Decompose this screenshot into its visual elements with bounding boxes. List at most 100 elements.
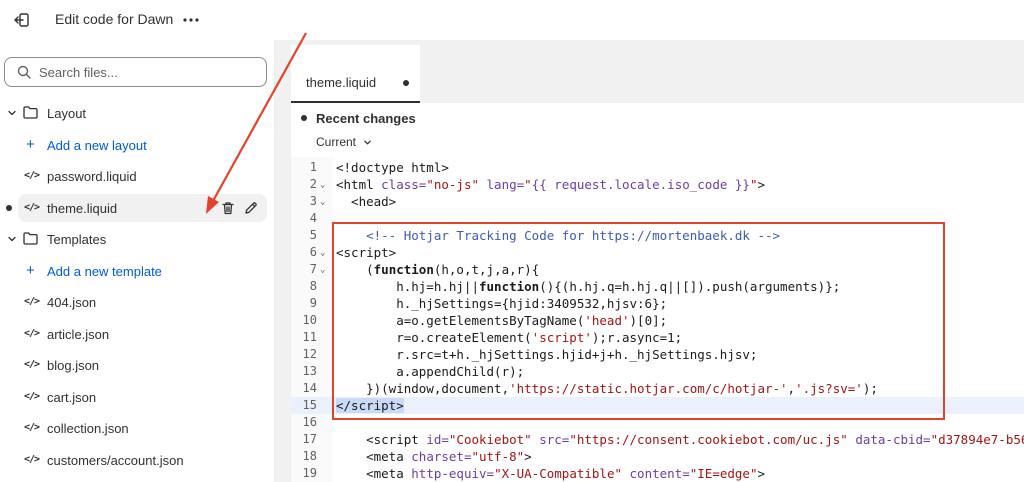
tree-item-label: theme.liquid <box>47 201 118 216</box>
recent-changes-title: Recent changes <box>316 111 416 126</box>
file-collection-json[interactable]: </> collection.json <box>0 414 275 442</box>
pencil-icon[interactable] <box>244 201 258 215</box>
line-number: 5 <box>309 228 317 242</box>
line-number: 9 <box>309 296 317 310</box>
file-cart-json[interactable]: </> cart.json <box>0 383 275 411</box>
editor-area: theme.liquid Recent changes Current 1 <!d… <box>275 40 1024 482</box>
code-line[interactable]: 4 <box>291 210 1024 227</box>
recent-changes-dot <box>301 115 307 121</box>
line-number: 11 <box>302 330 317 344</box>
code-file-icon: </> <box>24 422 40 433</box>
code-line[interactable]: 19 <meta http-equiv="X-UA-Compatible" co… <box>291 465 1024 482</box>
code-line[interactable]: 15 </script> <box>291 397 1024 414</box>
code-file-icon: </> <box>24 328 40 339</box>
code-text: <!doctype html> <box>336 160 449 175</box>
code-file-icon: </> <box>24 454 40 465</box>
file-article-json[interactable]: </> article.json <box>0 320 275 348</box>
search-input[interactable] <box>39 63 259 81</box>
line-number: 1 <box>309 160 317 174</box>
line-number: 15 <box>302 398 317 412</box>
version-select[interactable]: Current <box>316 135 372 149</box>
code-line[interactable]: 2 ⌄ <html class="no-js" lang="{{ request.l… <box>291 176 1024 193</box>
line-number: 6 <box>309 245 317 259</box>
trash-icon[interactable] <box>221 201 235 215</box>
code-text: <meta http-equiv="X-UA-Compatible" conte… <box>336 466 766 481</box>
code-text: <meta charset="utf-8"> <box>336 449 532 464</box>
code-file-icon: </> <box>24 296 40 307</box>
code-line[interactable]: 5 <!-- Hotjar Tracking Code for https://… <box>291 227 1024 244</box>
code-line[interactable]: 10 a=o.getElementsByTagName('head')[0]; <box>291 312 1024 329</box>
line-number: 10 <box>302 313 317 327</box>
file-customers-account-json[interactable]: </> customers/account.json <box>0 446 275 474</box>
tree-item-label: Layout <box>47 106 87 121</box>
code-file-icon: </> <box>24 359 40 370</box>
code-file-icon: </> <box>24 170 40 181</box>
more-horizontal-icon[interactable] <box>180 10 202 30</box>
line-number: 17 <box>302 432 317 446</box>
tree-item-label: Add a new layout <box>47 138 147 153</box>
unsaved-dot <box>6 205 12 211</box>
tree-item-label: password.liquid <box>47 169 137 184</box>
file-blog-json[interactable]: </> blog.json <box>0 351 275 379</box>
search-box <box>4 57 267 87</box>
code-line[interactable]: 13 a.appendChild(r); <box>291 363 1024 380</box>
file-404-json[interactable]: </> 404.json <box>0 288 275 316</box>
folder-icon <box>23 232 38 245</box>
code-text: h._hjSettings={hjid:3409532,hjsv:6}; <box>336 296 668 311</box>
chevron-down-icon <box>364 140 371 144</box>
code-line[interactable]: 11 r=o.createElement('script');r.async=1… <box>291 329 1024 346</box>
fold-chevron-icon[interactable]: ⌄ <box>320 245 325 262</box>
fold-chevron-icon[interactable]: ⌄ <box>320 194 325 211</box>
tab-label: theme.liquid <box>306 75 377 90</box>
line-number: 7 <box>309 262 317 276</box>
line-number: 13 <box>302 364 317 378</box>
add-a-new-template-link[interactable]: + Add a new template <box>0 257 275 285</box>
code-file-icon: </> <box>24 391 40 402</box>
code-line[interactable]: 18 <meta charset="utf-8"> <box>291 448 1024 465</box>
tree-item-label: 404.json <box>47 295 97 310</box>
code-line[interactable]: 14 })(window,document,'https://static.ho… <box>291 380 1024 397</box>
chevron-down-icon <box>8 110 16 116</box>
tree-item-label: blog.json <box>47 358 100 373</box>
code-text: (function(h,o,t,j,a,r){ <box>336 262 540 277</box>
line-number: 19 <box>302 466 317 480</box>
top-bar: Edit code for Dawn <box>0 0 1024 40</box>
line-number: 2 <box>309 177 317 191</box>
code-line[interactable]: 9 h._hjSettings={hjid:3409532,hjsv:6}; <box>291 295 1024 312</box>
code-text: a=o.getElementsByTagName('head')[0]; <box>336 313 668 328</box>
code-line[interactable]: 12 r.src=t+h._hjSettings.hjid+j+h._hjSet… <box>291 346 1024 363</box>
code-line[interactable]: 16 <box>291 414 1024 431</box>
tab-bar: theme.liquid <box>275 40 1024 103</box>
unsaved-dot <box>403 80 409 86</box>
code-text: <!-- Hotjar Tracking Code for https://mo… <box>366 228 781 243</box>
line-number: 3 <box>309 194 317 208</box>
code-editor[interactable]: Recent changes Current 1 <!doctype html> 2… <box>291 103 1024 482</box>
code-line[interactable]: 8 h.hj=h.hj||function(){(h.hj.q=h.hj.q||… <box>291 278 1024 295</box>
code-line[interactable]: 7 ⌄ (function(h,o,t,j,a,r){ <box>291 261 1024 278</box>
tab-theme-liquid[interactable]: theme.liquid <box>291 45 420 103</box>
fold-chevron-icon[interactable]: ⌄ <box>320 262 325 279</box>
folder-templates[interactable]: Templates <box>0 225 275 253</box>
plus-icon: + <box>26 262 35 279</box>
search-icon <box>17 65 31 79</box>
exit-icon[interactable] <box>12 10 32 30</box>
line-number: 18 <box>302 449 317 463</box>
version-select-label: Current <box>316 135 357 149</box>
folder-layout[interactable]: Layout <box>0 99 275 127</box>
code-text: })(window,document,'https://static.hotja… <box>336 381 878 396</box>
code-line[interactable]: 3 ⌄ <head> <box>291 193 1024 210</box>
code-line[interactable]: 6 ⌄ <script> <box>291 244 1024 261</box>
exit-icon-graphic <box>14 13 29 27</box>
code-line[interactable]: 17 <script id="Cookiebot" src="https://c… <box>291 431 1024 448</box>
code-text: r=o.createElement('script');r.async=1; <box>336 330 683 345</box>
code-text: h.hj=h.hj||function(){(h.hj.q=h.hj.q||[]… <box>336 279 841 294</box>
file-password-liquid[interactable]: </> password.liquid <box>0 162 275 190</box>
tree-item-label: Add a new template <box>47 264 162 279</box>
add-a-new-layout-link[interactable]: + Add a new layout <box>0 131 275 159</box>
tree-item-label: Templates <box>47 232 107 247</box>
fold-chevron-icon[interactable]: ⌄ <box>320 177 325 194</box>
file-theme-liquid[interactable]: </> theme.liquid <box>18 194 267 222</box>
code-line[interactable]: 1 <!doctype html> <box>291 159 1024 176</box>
code-text: </script> <box>336 398 404 413</box>
plus-icon: + <box>26 136 35 153</box>
